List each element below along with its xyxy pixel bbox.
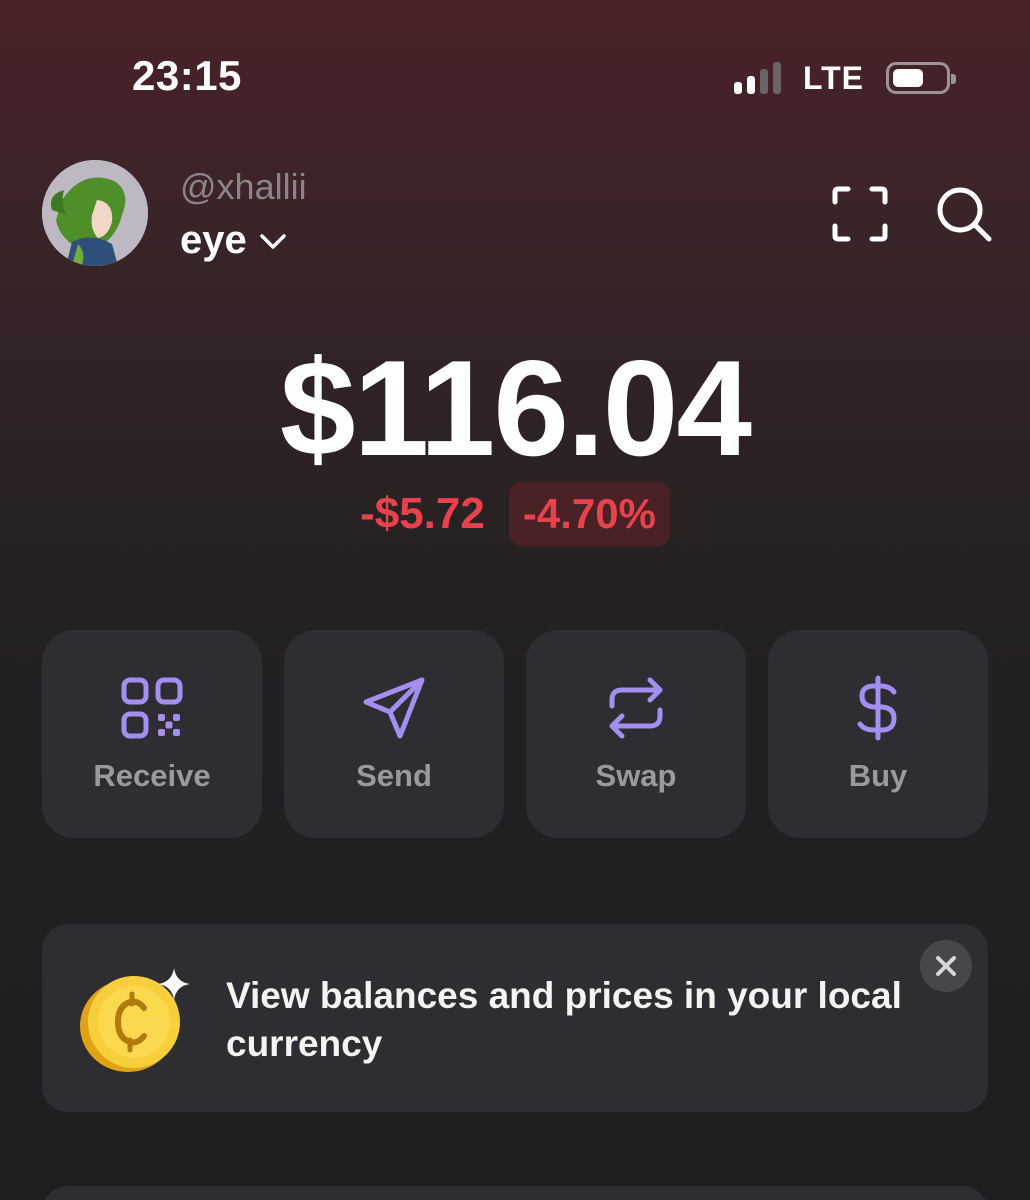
swap-label: Swap xyxy=(595,758,677,793)
signal-icon xyxy=(733,62,781,94)
buy-label: Buy xyxy=(848,758,908,793)
status-time: 23:15 xyxy=(132,52,242,99)
close-icon xyxy=(936,956,956,976)
search-icon[interactable] xyxy=(934,184,994,244)
battery-icon xyxy=(886,62,956,94)
send-label: Send xyxy=(356,758,432,793)
swap-icon xyxy=(609,677,663,739)
chevron-down-icon xyxy=(260,233,286,249)
action-tiles: Receive Send Swap Buy xyxy=(42,630,988,838)
receive-label: Receive xyxy=(93,758,211,793)
local-currency-banner[interactable]: View balances and prices in your local c… xyxy=(42,924,988,1112)
buy-button[interactable]: Buy xyxy=(768,630,988,838)
network-label: LTE xyxy=(802,59,864,96)
user-handle: @xhallii xyxy=(180,166,307,207)
receive-button[interactable]: Receive xyxy=(42,630,262,838)
qr-code-icon xyxy=(121,677,183,739)
banner-message: View balances and prices in your local c… xyxy=(226,975,902,1064)
close-button[interactable] xyxy=(920,940,972,992)
next-card xyxy=(42,1186,988,1200)
account-selector[interactable]: eye xyxy=(180,218,289,263)
scan-icon[interactable] xyxy=(830,184,890,244)
avatar[interactable] xyxy=(42,160,148,266)
balance-change: -$5.72 -4.70% xyxy=(0,482,1030,546)
change-percent-badge: -4.70% xyxy=(508,482,670,546)
swap-button[interactable]: Swap xyxy=(526,630,746,838)
account-name: eye xyxy=(180,218,247,262)
coin-icon xyxy=(80,968,190,1072)
change-amount: -$5.72 xyxy=(360,489,485,538)
send-icon xyxy=(363,677,425,739)
total-balance: $116.04 xyxy=(279,332,752,484)
status-indicators: LTE xyxy=(733,58,956,98)
send-button[interactable]: Send xyxy=(284,630,504,838)
dollar-icon xyxy=(857,675,897,741)
